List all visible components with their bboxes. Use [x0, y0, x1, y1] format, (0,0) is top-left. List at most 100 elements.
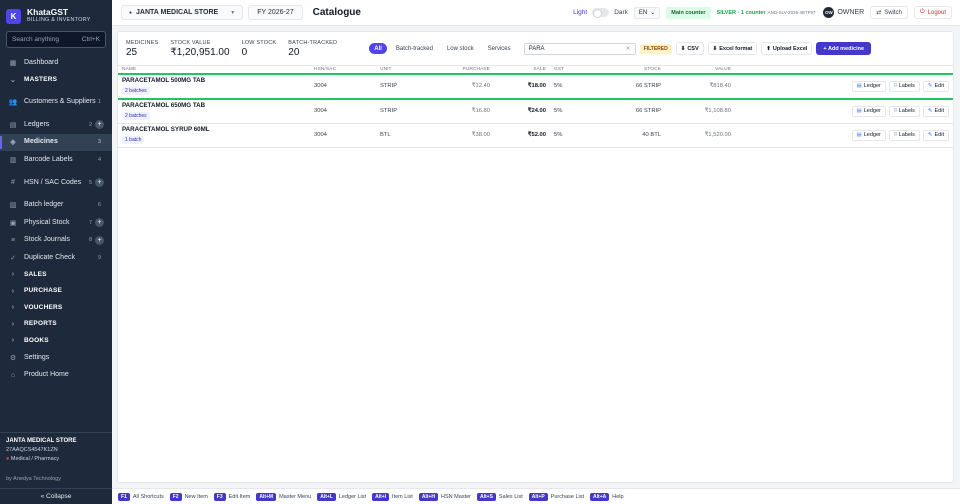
ledger-label: Ledger [863, 108, 881, 114]
table-row[interactable]: PARACETAMOL 500MG TAB 2 batches 3004 STRIP ₹… [118, 74, 953, 99]
catalogue-panel: MEDICINES 25 STOCK VALUE ₹1,20,951.00 LOW ST… [117, 31, 954, 483]
batch-badge[interactable]: 2 batches [122, 112, 150, 120]
medicine-name[interactable]: PARACETAMOL 500MG TAB [122, 77, 306, 84]
shortcut-alt-a[interactable]: Alt+A Help [590, 492, 624, 501]
sidebar-item-dashboard[interactable]: ▦ Dashboard [0, 54, 112, 72]
col-stock[interactable]: STOCK [590, 66, 665, 75]
language-selector[interactable]: EN ⌄ [633, 6, 661, 19]
shortcut-alt-l[interactable]: Alt+L Ledger List [317, 492, 366, 501]
sidebar-item-vouchers[interactable]: › VOUCHERS [0, 300, 112, 317]
sidebar-item-label: Customers & Suppliers [24, 98, 96, 105]
sidebar-item-label: REPORTS [24, 320, 57, 328]
page-title: Catalogue [312, 7, 361, 18]
excel-format-button[interactable]: ⬇ Excel format [707, 42, 758, 55]
medicine-name[interactable]: PARACETAMOL SYRUP 60ML [122, 126, 306, 133]
add-icon[interactable]: + [95, 178, 104, 187]
shortcut-alt-s[interactable]: Alt+S Sales List [477, 492, 523, 501]
batch-badge[interactable]: 1 batch [122, 136, 145, 145]
medicine-name-cell: PARACETAMOL SYRUP 60ML 1 batch [118, 123, 310, 148]
col-sale[interactable]: SALE [494, 66, 550, 75]
sidebar-item-purchase[interactable]: › PURCHASE [0, 283, 112, 300]
add-icon[interactable]: + [95, 218, 104, 228]
store-info: JANTA MEDICAL STORE 27AAQCS4547K1ZN ● Me… [0, 432, 112, 467]
filter-chip-services[interactable]: Services [483, 43, 516, 54]
shortcut-alt-h[interactable]: Alt+H HSN Master [418, 492, 471, 501]
sidebar-item-stock-journals[interactable]: ≡ Stock Journals 8 + [0, 232, 112, 250]
sidebar-item-barcode-labels[interactable]: ▥ Barcode Labels 4 [0, 151, 112, 169]
sidebar-item-physical-stock[interactable]: ▣ Physical Stock 7 + [0, 214, 112, 232]
labels-button[interactable]: ⌑ Labels [888, 129, 920, 141]
language-label: EN [638, 9, 648, 16]
csv-button[interactable]: ⬇ CSV [675, 42, 704, 55]
shortcut-f2[interactable]: F2 New Item [169, 492, 208, 501]
sidebar-item-product-home[interactable]: ⌂ Product Home [0, 367, 112, 385]
avatar[interactable]: OW [823, 7, 835, 18]
fy-selector[interactable]: FY 2026-27 [248, 5, 303, 20]
labels-button[interactable]: ⌑ Labels [888, 105, 920, 117]
store-type: ● Medical / Pharmacy [6, 456, 106, 462]
theme-toggle[interactable] [592, 8, 610, 18]
add-medicine-button[interactable]: + Add medicine [816, 42, 872, 55]
sale-cell: ₹18.00 [527, 83, 546, 90]
logout-button[interactable]: ⏻ Logout [913, 6, 952, 19]
shortcut-alt-i[interactable]: Alt+I Item List [372, 492, 413, 501]
batch-badge[interactable]: 2 batches [122, 87, 150, 96]
col-name[interactable]: NAME [118, 66, 310, 75]
row-actions-group: ▤ Ledger ⌑ Labels ✎ Edit [739, 129, 949, 141]
sidebar-item-label: BOOKS [24, 336, 49, 344]
ledger-button[interactable]: ▤ Ledger [851, 80, 886, 92]
switch-button[interactable]: ⇄ Switch [870, 6, 908, 19]
upload-excel-button[interactable]: ⬆ Upload Excel [761, 42, 813, 55]
edit-button[interactable]: ✎ Edit [922, 80, 949, 92]
topbar: ● JANTA MEDICAL STORE ▼ FY 2026-27 Catal… [112, 0, 960, 26]
ledger-button[interactable]: ▤ Ledger [851, 105, 886, 117]
sidebar-item-books[interactable]: › BOOKS [0, 333, 112, 350]
stat-stock-value: STOCK VALUE ₹1,20,951.00 [170, 40, 229, 58]
filter-chip-batch-tracked[interactable]: Batch-tracked [391, 43, 438, 54]
sidebar-item-reports[interactable]: › REPORTS [0, 316, 112, 333]
shortcut-f1[interactable]: F1 All Shortcuts [118, 492, 164, 501]
shortcut-label: New Item [184, 493, 208, 500]
sidebar-item-ledgers[interactable]: ▤ Ledgers 2 + [0, 116, 112, 134]
add-icon[interactable]: + [95, 235, 104, 245]
sidebar-item-duplicate-check[interactable]: ✓ Duplicate Check 9 [0, 249, 112, 267]
sidebar-item-medicines[interactable]: ◈ Medicines 3 [0, 133, 112, 151]
gst-cell: 5% [554, 108, 563, 114]
shortcut-alt-m[interactable]: Alt+M Master Menu [256, 492, 311, 501]
edit-button[interactable]: ✎ Edit [922, 129, 949, 141]
shortcut-alt-p[interactable]: Alt+P Purchase List [528, 492, 584, 501]
col-gst[interactable]: GST [550, 66, 590, 75]
col-unit[interactable]: UNIT [376, 66, 434, 75]
edit-button[interactable]: ✎ Edit [922, 105, 949, 117]
filter-chip-low-stock[interactable]: Low stock [442, 43, 479, 54]
shortcut-f3[interactable]: F3 Edit Item [213, 492, 250, 501]
sidebar-item-masters[interactable]: ⌄ MASTERS [0, 72, 112, 89]
ledger-button[interactable]: ▤ Ledger [851, 129, 886, 141]
collapse-sidebar-button[interactable]: « Collapse [0, 488, 112, 504]
col-value[interactable]: VALUE [665, 66, 735, 75]
col-hsn[interactable]: HSN/SAC [310, 66, 376, 75]
gear-icon: ⚙ [9, 354, 17, 362]
catalogue-search-input[interactable]: PARA ✕ [523, 42, 636, 55]
col-purchase[interactable]: PURCHASE [434, 66, 494, 75]
table-row[interactable]: PARACETAMOL SYRUP 60ML 1 batch 3004 BTL ₹38.… [118, 123, 953, 148]
medicine-name[interactable]: PARACETAMOL 650MG TAB [122, 102, 306, 109]
sidebar-search-input[interactable]: Search anything Ctrl+K [6, 31, 106, 48]
store-selector[interactable]: ● JANTA MEDICAL STORE ▼ [121, 5, 244, 20]
sidebar-item-sales[interactable]: › SALES [0, 267, 112, 284]
add-icon[interactable]: + [95, 120, 104, 130]
labels-button[interactable]: ⌑ Labels [888, 80, 920, 92]
sidebar-item-batch-ledger[interactable]: ▨ Batch ledger 6 [0, 197, 112, 215]
barcode-icon: ▥ [9, 156, 17, 164]
table-row[interactable]: PARACETAMOL 650MG TAB 2 batches 3004 STRIP ₹… [118, 99, 953, 123]
theme-switch: Light Dark [573, 8, 628, 18]
clear-search-icon[interactable]: ✕ [626, 45, 631, 52]
journal-icon: ≡ [10, 236, 16, 244]
filter-chip-all[interactable]: All [369, 43, 387, 54]
sidebar-item-settings[interactable]: ⚙ Settings [0, 349, 112, 367]
sidebar-item-label: Batch ledger [24, 201, 64, 209]
filter-chips: All Batch-tracked Low stock Services [369, 43, 519, 54]
sidebar-item-count: 2 [88, 121, 92, 128]
sidebar-item-hsn-sac-codes[interactable]: # HSN / SAC Codes 5 + [0, 169, 112, 197]
sidebar-item-customers-suppliers[interactable]: 👥 Customers & Suppliers 1 [0, 88, 112, 116]
